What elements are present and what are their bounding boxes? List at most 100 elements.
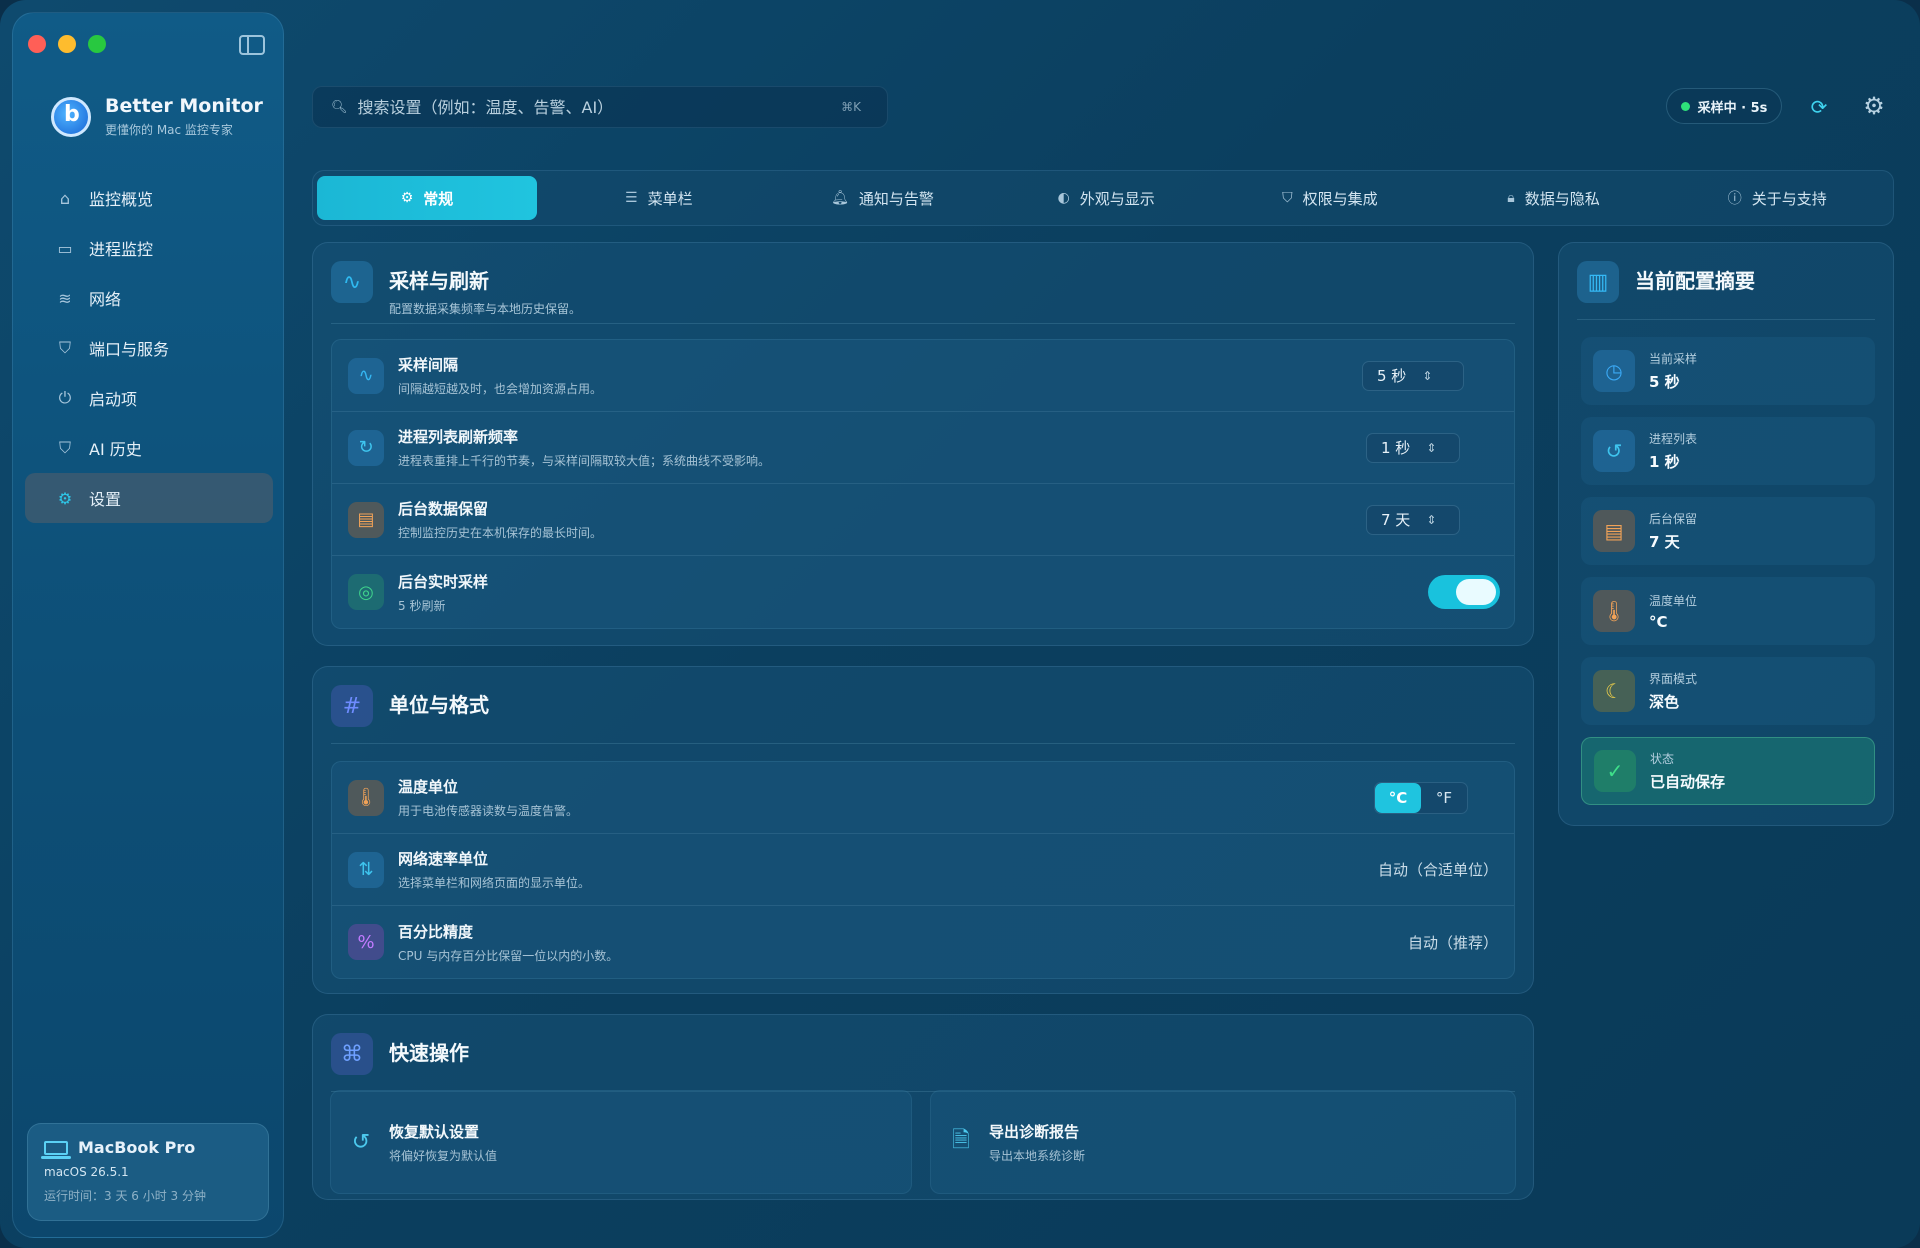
device-name: MacBook Pro (78, 1138, 196, 1157)
close-window-button[interactable] (28, 35, 46, 53)
setting-row-percent-precision[interactable]: % 百分比精度 CPU 与内存百分比保留一位以内的小数。 自动（推荐） (332, 906, 1514, 978)
bell-icon: 🔔︎ (831, 190, 849, 206)
row-desc: 用于电池传感器读数与温度告警。 (398, 804, 579, 818)
network-unit-value[interactable]: 自动（合适单位） (1378, 859, 1498, 880)
summary-label: 当前采样 (1649, 352, 1698, 366)
sidebar-item-network[interactable]: ≋ 网络 (25, 273, 273, 323)
sidebar-item-settings[interactable]: ⚙ 设置 (25, 473, 273, 523)
app-logo-icon (51, 96, 91, 137)
tab-permissions[interactable]: ⛉ 权限与集成 (1218, 176, 1442, 220)
row-title: 后台数据保留 (398, 500, 489, 518)
sidebar-toggle-icon[interactable] (239, 35, 265, 55)
check-circle-icon: ✓ (1594, 750, 1636, 792)
row-desc: 进程表重排上千行的节奏，与采样间隔取较大值；系统曲线不受影响。 (398, 454, 771, 468)
chevron-updown-icon: ⇕ (1422, 368, 1433, 383)
gear-icon[interactable]: ⚙ (1860, 92, 1888, 120)
data-retention-select[interactable]: 7 天 ⇕ (1366, 504, 1460, 535)
tab-appearance[interactable]: ◐ 外观与显示 (994, 176, 1218, 220)
summary-value: 7 天 (1649, 533, 1680, 551)
refresh-icon[interactable]: ⟳ (1806, 94, 1832, 120)
sample-interval-select[interactable]: 5 秒 ⇕ (1362, 360, 1464, 391)
celsius-option[interactable]: °C (1375, 782, 1421, 813)
minimize-window-button[interactable] (58, 35, 76, 53)
window-controls (28, 35, 106, 53)
thermometer-icon: 🌡︎ (348, 779, 384, 816)
tab-label: 权限与集成 (1302, 189, 1378, 208)
units-card: # 单位与格式 🌡︎ 温度单位 用于电池传感器读数与温度告警。 °C °F ⇅ (312, 666, 1534, 994)
summary-item-sampling: ◷ 当前采样 5 秒 (1581, 337, 1875, 405)
tab-menubar[interactable]: ☰ 菜单栏 (547, 176, 771, 220)
section-title: 快速操作 (389, 1041, 469, 1065)
tab-notifications[interactable]: 🔔︎ 通知与告警 (771, 176, 995, 220)
chevron-updown-icon: ⇕ (1426, 512, 1437, 527)
sidebar-item-label: 设置 (89, 490, 122, 509)
app-name: Better Monitor (105, 95, 263, 117)
action-desc: 将偏好恢复为默认值 (389, 1148, 498, 1163)
summary-item-process-list: ↺ 进程列表 1 秒 (1581, 417, 1875, 485)
setting-row-network-unit[interactable]: ⇅ 网络速率单位 选择菜单栏和网络页面的显示单位。 自动（合适单位） (332, 834, 1514, 906)
setting-row-temperature-unit: 🌡︎ 温度单位 用于电池传感器读数与温度告警。 °C °F (332, 762, 1514, 834)
zoom-window-button[interactable] (88, 35, 106, 53)
home-icon: ⌂ (59, 188, 71, 208)
command-icon: ⌘ (331, 1033, 373, 1075)
summary-value: °C (1649, 612, 1668, 631)
sidebar-item-overview[interactable]: ⌂ 监控概览 (25, 173, 273, 223)
search-input[interactable] (357, 97, 842, 117)
background-sampling-toggle[interactable] (1428, 575, 1500, 609)
search-bar: 🔍︎ ⌘K (312, 86, 888, 128)
sidebar-item-startup[interactable]: ⏻ 启动项 (25, 373, 273, 423)
moon-icon: ☾ (1593, 670, 1635, 712)
row-desc: 5 秒刷新 (398, 598, 446, 613)
sidebar-item-label: AI 历史 (89, 440, 142, 459)
search-shortcut: ⌘K (841, 100, 861, 114)
sidebar-item-label: 进程监控 (89, 240, 154, 259)
hash-icon: # (331, 685, 373, 727)
clock-icon: ◷ (1593, 350, 1635, 392)
restore-defaults-button[interactable]: ↺ 恢复默认设置 将偏好恢复为默认值 (330, 1090, 912, 1194)
sidebar: Better Monitor 更懂你的 Mac 监控专家 ⌂ 监控概览 ▭ 进程… (12, 12, 284, 1238)
tab-general[interactable]: ⚙ 常规 (317, 176, 537, 220)
tab-label: 常规 (423, 189, 454, 208)
row-desc: CPU 与内存百分比保留一位以内的小数。 (398, 948, 619, 963)
thermometer-icon: 🌡︎ (1593, 590, 1635, 632)
tab-label: 菜单栏 (647, 189, 693, 208)
monitor-icon: ▭ (57, 238, 73, 258)
wifi-icon: ≋ (58, 288, 72, 308)
sidebar-item-processes[interactable]: ▭ 进程监控 (25, 223, 273, 273)
chevron-updown-icon: ⇕ (1426, 440, 1437, 455)
summary-value: 已自动保存 (1650, 773, 1726, 791)
pulse-icon: ∿ (331, 261, 373, 303)
section-title: 单位与格式 (389, 693, 489, 717)
export-diagnostics-button[interactable]: 🗎 导出诊断报告 导出本地系统诊断 (930, 1090, 1516, 1194)
row-title: 后台实时采样 (398, 572, 489, 591)
row-title: 百分比精度 (398, 922, 474, 941)
sampling-status-badge: 采样中 · 5s (1666, 88, 1782, 124)
shield-icon: ⛉ (58, 338, 71, 357)
archive-icon: ▤ (348, 501, 384, 538)
summary-item-temperature: 🌡︎ 温度单位 °C (1581, 577, 1875, 645)
sidebar-item-label: 端口与服务 (89, 340, 170, 359)
sidebar-item-ports[interactable]: ⛉ 端口与服务 (25, 323, 273, 373)
sampling-rows: ∿ 采样间隔 间隔越短越及时，也会增加资源占用。 5 秒 ⇕ ↻ 进程列表刷新频… (331, 339, 1515, 629)
tab-about[interactable]: ⓘ 关于与支持 (1665, 176, 1889, 220)
fahrenheit-option[interactable]: °F (1421, 783, 1467, 813)
device-os: macOS 26.5.1 (44, 1165, 129, 1179)
tab-privacy[interactable]: 🔒︎ 数据与隐私 (1442, 176, 1666, 220)
history-icon: ↺ (1593, 430, 1635, 472)
sidebar-item-label: 监控概览 (89, 190, 154, 209)
summary-label: 温度单位 (1649, 593, 1698, 608)
action-title: 恢复默认设置 (389, 1122, 480, 1141)
action-title: 导出诊断报告 (989, 1122, 1080, 1141)
sampling-card: ∿ 采样与刷新 配置数据采集频率与本地历史保留。 ∿ 采样间隔 间隔越短越及时，… (312, 242, 1534, 646)
divider (331, 743, 1515, 744)
percent-precision-value[interactable]: 自动（推荐） (1408, 932, 1498, 953)
device-card: MacBook Pro macOS 26.5.1 运行时间：3 天 6 小时 3… (27, 1123, 269, 1221)
settings-tabs: ⚙ 常规 ☰ 菜单栏 🔔︎ 通知与告警 ◐ 外观与显示 ⛉ 权限与集成 🔒︎ 数… (312, 170, 1894, 226)
row-title: 温度单位 (398, 778, 459, 796)
process-refresh-select[interactable]: 1 秒 ⇕ (1366, 432, 1460, 463)
select-value: 5 秒 (1377, 367, 1407, 385)
shield-check-icon: ⛉ (58, 438, 71, 457)
sidebar-item-ai-history[interactable]: ⛉ AI 历史 (25, 423, 273, 473)
summary-label: 界面模式 (1649, 672, 1698, 686)
activity-icon: ◎ (348, 574, 384, 610)
